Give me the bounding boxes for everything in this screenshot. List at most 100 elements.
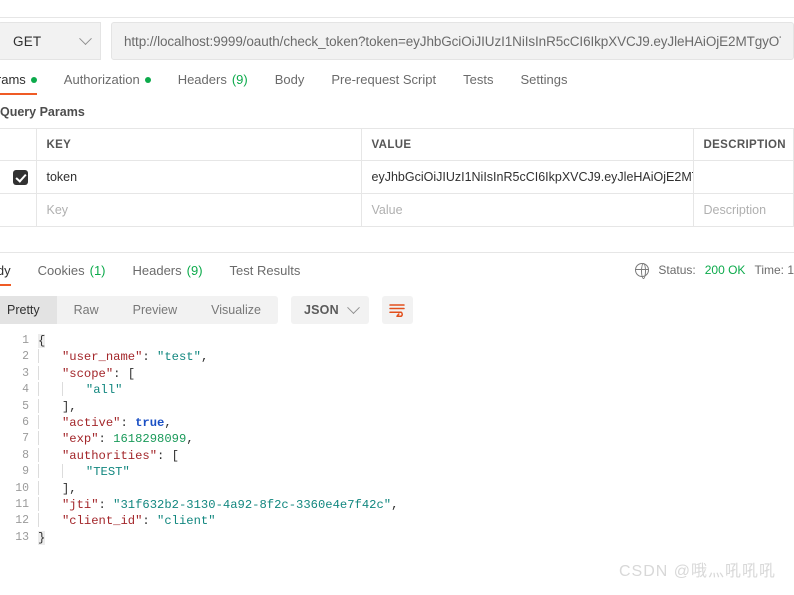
request-url-input[interactable]: http://localhost:9999/oauth/check_token?… bbox=[111, 22, 794, 60]
request-tab-params[interactable]: Params bbox=[0, 72, 37, 95]
response-tab-cookies[interactable]: Cookies (1) bbox=[38, 263, 106, 286]
modified-dot-icon bbox=[144, 76, 151, 83]
param-description-input-empty[interactable]: Description bbox=[693, 193, 794, 227]
indent-guide bbox=[38, 496, 39, 511]
param-description-input[interactable] bbox=[693, 160, 794, 194]
indent-guide bbox=[38, 382, 39, 397]
tab-count: (9) bbox=[186, 263, 203, 278]
param-value-input[interactable]: eyJhbGciOiJIUzI1NiIsInR5cCI6IkpXVCJ9.eyJ… bbox=[361, 160, 694, 194]
response-tab-test-results[interactable]: Test Results bbox=[230, 263, 301, 286]
indent-guide bbox=[38, 480, 39, 495]
code-token: "client_id" bbox=[61, 514, 143, 529]
code-token: "user_name" bbox=[61, 350, 143, 365]
code-token: "exp" bbox=[61, 432, 99, 447]
watermark: CSDN @哦灬吼吼吼 bbox=[618, 563, 776, 580]
select-all-column bbox=[0, 128, 37, 161]
indent-guide bbox=[38, 431, 39, 446]
param-description-input-empty-text: Description bbox=[703, 203, 767, 217]
tab-label: Headers bbox=[132, 263, 182, 278]
param-key-input-empty[interactable]: Key bbox=[36, 193, 362, 227]
table-row-empty: Key Value Description bbox=[0, 193, 794, 227]
view-mode-raw[interactable]: Raw bbox=[57, 296, 116, 324]
code-line-text: "authorities": [ bbox=[38, 447, 179, 464]
response-format-select[interactable]: JSON bbox=[290, 296, 369, 324]
code-line: 3 "scope": [ bbox=[0, 365, 794, 382]
request-tab-tests[interactable]: Tests bbox=[463, 72, 493, 95]
code-token: ], bbox=[61, 481, 77, 496]
param-checkbox[interactable] bbox=[13, 169, 29, 185]
wrap-lines-icon bbox=[389, 304, 406, 317]
code-token: true bbox=[135, 415, 165, 430]
response-view-mode-group: Pretty Raw Preview Visualize bbox=[0, 296, 278, 324]
chevron-down-icon bbox=[79, 31, 92, 45]
code-line-text: "active": true, bbox=[38, 414, 172, 431]
code-line-text: } bbox=[38, 530, 46, 546]
param-key-input[interactable]: token bbox=[36, 160, 362, 194]
chevron-down-icon bbox=[346, 300, 360, 314]
code-token: : bbox=[120, 415, 136, 430]
code-line: 5 ], bbox=[0, 398, 794, 415]
code-line-text: "client_id": "client" bbox=[38, 513, 216, 529]
code-token: : [ bbox=[113, 366, 136, 381]
code-token: "jti" bbox=[61, 497, 99, 512]
wrap-lines-button[interactable] bbox=[381, 296, 413, 324]
line-number: 7 bbox=[22, 432, 29, 446]
line-number: 5 bbox=[22, 399, 29, 413]
indent-guide bbox=[38, 349, 39, 364]
window-top-edge bbox=[0, 0, 794, 18]
request-url-text: http://localhost:9999/oauth/check_token?… bbox=[124, 33, 781, 49]
http-method-select[interactable]: GET bbox=[0, 22, 101, 60]
tab-label: Settings bbox=[520, 72, 568, 87]
code-line-text: "user_name": "test", bbox=[38, 349, 208, 365]
code-token: { bbox=[38, 334, 46, 348]
request-tab-authorization[interactable]: Authorization bbox=[64, 72, 151, 95]
query-params-table: KEY VALUE DESCRIPTION token eyJhbGciOiJIU… bbox=[0, 128, 794, 227]
line-number: 6 bbox=[22, 415, 29, 429]
code-line-text: ], bbox=[38, 480, 77, 497]
column-header-key: KEY bbox=[36, 128, 362, 161]
code-line: 8 "authorities": [ bbox=[0, 447, 794, 464]
code-token: "client" bbox=[157, 514, 216, 529]
request-tab-body[interactable]: Body bbox=[275, 72, 305, 95]
code-line: 2 "user_name": "test", bbox=[0, 349, 794, 365]
response-body-json[interactable]: 1{2 "user_name": "test", 3 "scope": [4 "a… bbox=[0, 330, 794, 546]
status-badge: 200 OK bbox=[704, 263, 746, 277]
code-token: "authorities" bbox=[61, 448, 158, 463]
tab-label: Body bbox=[274, 72, 305, 87]
param-enabled-cell-empty bbox=[0, 193, 37, 227]
pane-splitter[interactable] bbox=[0, 227, 794, 253]
code-token: , bbox=[164, 415, 172, 430]
code-line: 10 ], bbox=[0, 480, 794, 497]
indent-guide bbox=[61, 464, 63, 479]
code-line: 6 "active": true, bbox=[0, 414, 794, 431]
request-tab-headers[interactable]: Headers (9) bbox=[178, 72, 248, 95]
code-token: : bbox=[98, 497, 114, 512]
request-tab-settings[interactable]: Settings bbox=[520, 72, 567, 95]
query-params-title: Query Params bbox=[0, 105, 85, 119]
indent-guide bbox=[38, 365, 39, 380]
request-url-row: GET http://localhost:9999/oauth/check_to… bbox=[0, 18, 794, 64]
code-line-text: ], bbox=[38, 398, 77, 415]
param-value-input-empty[interactable]: Value bbox=[361, 193, 694, 227]
code-line: 11 "jti": "31f632b2-3130-4a92-8f2c-3360e… bbox=[0, 496, 794, 513]
code-token: "TEST" bbox=[85, 465, 130, 480]
param-key-input-empty-text: Key bbox=[46, 203, 69, 217]
response-tab-headers[interactable]: Headers (9) bbox=[133, 263, 203, 286]
request-tab-pre-request-script[interactable]: Pre-request Script bbox=[331, 72, 436, 95]
param-value-input-text: eyJhbGciOiJIUzI1NiIsInR5cCI6IkpXVCJ9.eyJ… bbox=[371, 170, 693, 184]
param-key-input-text: token bbox=[46, 170, 78, 184]
table-row: token eyJhbGciOiJIUzI1NiIsInR5cCI6IkpXVCJ… bbox=[0, 160, 794, 194]
code-line-text: { bbox=[38, 333, 46, 349]
response-view-toolbar: Pretty Raw Preview Visualize JSON bbox=[0, 286, 794, 330]
indent-guide bbox=[38, 513, 39, 528]
response-tab-body[interactable]: Body bbox=[0, 263, 11, 286]
view-mode-visualize[interactable]: Visualize bbox=[194, 296, 278, 324]
indent-guide bbox=[38, 447, 39, 462]
status-label: Status: bbox=[658, 263, 696, 277]
line-number: 13 bbox=[15, 530, 29, 544]
line-number: 3 bbox=[22, 366, 29, 380]
code-token: : bbox=[142, 350, 158, 365]
view-mode-preview[interactable]: Preview bbox=[116, 296, 194, 324]
code-line-text: "exp": 1618298099, bbox=[38, 431, 194, 447]
view-mode-pretty[interactable]: Pretty bbox=[0, 296, 57, 324]
